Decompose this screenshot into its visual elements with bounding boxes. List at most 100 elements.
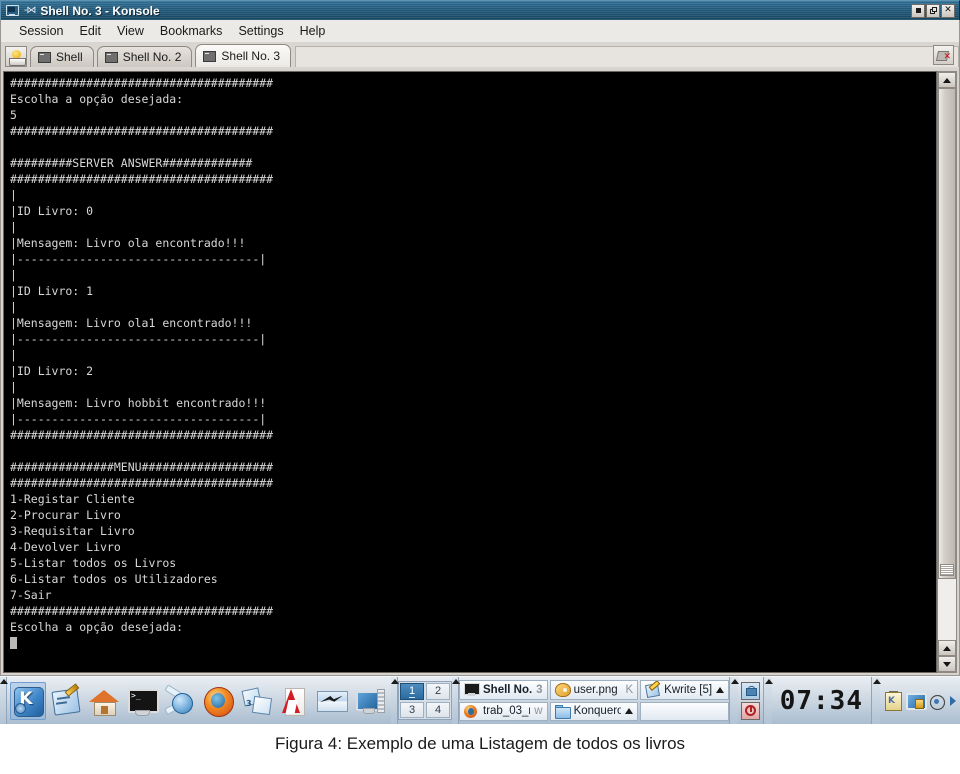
menu-session[interactable]: Session [11,22,71,40]
chevron-up-icon[interactable] [715,686,724,693]
folder-icon [554,704,571,719]
lock-screen-button[interactable] [740,681,760,700]
task-row-top: Shell No. 3 user.png - K Kwrite [5] [459,680,729,700]
terminal-scrollbar[interactable] [937,71,957,673]
terminal-icon [38,51,51,63]
terminal-icon: >_ [126,685,159,717]
terminal-line: ###############MENU################### [10,460,274,474]
terminal-line: | [10,220,17,234]
monitor-icon [6,4,22,18]
network-lock-icon[interactable] [906,692,927,710]
quick-launch-area: K >_ 3 [7,677,391,724]
terminal-line: |-----------------------------------| [10,252,267,266]
window-titlebar[interactable]: -⋈ Shell No. 3 - Konsole ✕ [0,0,960,20]
panel-hide-arrow[interactable] [950,695,956,706]
system-tray: K [880,677,960,724]
clock[interactable]: 07:34 [772,677,871,724]
terminal-line: ###################################### [10,476,274,490]
menu-help[interactable]: Help [292,22,334,40]
terminal-line: | [10,348,17,362]
terminal-line: |Mensagem: Livro hobbit encontrado!!! [10,396,267,410]
terminal-line: 1-Registar Cliente [10,492,135,506]
minimize-button[interactable] [911,3,925,18]
scrollbar-track[interactable] [938,88,956,640]
logout-button[interactable] [740,701,760,720]
task-empty-slot [640,701,729,721]
menu-view[interactable]: View [109,22,152,40]
pager-desktop-1[interactable]: 1 [400,683,424,700]
launcher-home[interactable] [86,682,122,720]
terminal-line: | [10,268,17,282]
panel-handle-pager[interactable] [391,677,399,724]
task-label-suffix: w [534,705,543,718]
terminal-line: ###################################### [10,428,274,442]
terminal-line: |-----------------------------------| [10,332,267,346]
task-konqueror[interactable]: Konqueror [549,701,639,721]
terminal-line: |Mensagem: Livro ola1 encontrado!!! [10,316,253,330]
tabbar-empty-area [295,46,959,67]
launcher-acrobat[interactable] [276,682,312,720]
home-folder-icon [88,685,120,717]
book-icon [9,58,26,66]
scroll-down-arrow-upper[interactable] [938,640,956,656]
molecule-icon[interactable] [927,691,948,713]
terminal-line: | [10,380,17,394]
task-label: Konqueror [573,705,622,718]
k-menu-icon: K [12,685,44,717]
launcher-koffice[interactable]: 3 [238,682,274,720]
panel-handle-left[interactable] [0,677,8,724]
panel-handle-systray[interactable] [871,677,881,724]
scroll-up-arrow[interactable] [938,72,956,88]
pager-desktop-4[interactable]: 4 [426,701,450,718]
tab-shell-no-3[interactable]: Shell No. 3 [195,44,292,67]
k-menu-button[interactable]: K [10,681,46,720]
menu-bookmarks[interactable]: Bookmarks [152,22,231,40]
pager-desktop-2[interactable]: 2 [426,683,450,700]
launcher-terminal[interactable]: >_ [124,682,160,720]
desktop-background: -⋈ Shell No. 3 - Konsole ✕ Session Edit … [0,0,960,730]
launcher-openoffice[interactable] [314,682,350,720]
lock-logout-group [738,677,763,724]
menu-settings[interactable]: Settings [230,22,291,40]
chevron-up-icon[interactable] [625,708,634,715]
terminal-icon [464,683,480,697]
close-session-button[interactable]: ✕ [933,45,954,65]
panel-handle-tray[interactable] [728,677,739,724]
tab-label: Shell No. 2 [122,50,182,64]
tab-shell[interactable]: Shell [30,46,94,67]
scrollbar-thumb[interactable] [938,88,956,580]
panel-handle-clock[interactable] [762,677,773,724]
maximize-button[interactable] [926,3,940,18]
tab-shell-no-2[interactable]: Shell No. 2 [96,46,193,67]
terminal-line: #########SERVER ANSWER############# [10,156,253,170]
task-label: Shell No. [483,683,533,696]
task-user-png[interactable]: user.png - K [549,680,639,700]
task-shell-no-3[interactable]: Shell No. 3 [459,680,548,700]
menu-edit[interactable]: Edit [71,22,109,40]
pager-desktop-3[interactable]: 3 [400,701,424,718]
power-icon [744,705,756,716]
launcher-firefox[interactable] [200,682,236,720]
scrollbar-grip [940,564,954,577]
terminal-output[interactable]: ###################################### Es… [3,71,937,673]
task-kwrite[interactable]: Kwrite [5] [640,680,729,700]
firefox-icon [202,685,234,717]
task-trab-03-new[interactable]: trab_03_ne w [459,701,548,721]
launcher-display[interactable] [352,682,388,720]
terminal-line: | [10,300,17,314]
task-label-suffix: 3 [536,683,543,696]
launcher-kate[interactable] [48,682,84,720]
terminal-line: |-----------------------------------| [10,412,267,426]
new-session-button[interactable] [5,46,27,67]
pin-icon[interactable]: -⋈ [24,5,36,16]
klipper-icon[interactable]: K [884,690,903,711]
close-button[interactable]: ✕ [941,3,955,18]
kate-editor-icon [50,682,82,717]
terminal-area: ###################################### Es… [0,69,960,676]
scroll-down-arrow[interactable] [938,656,956,672]
launcher-konqueror[interactable] [162,682,198,720]
panel-handle-tasks[interactable] [452,677,460,724]
terminal-line: |ID Livro: 0 [10,204,94,218]
window-title: Shell No. 3 - Konsole [40,3,160,18]
